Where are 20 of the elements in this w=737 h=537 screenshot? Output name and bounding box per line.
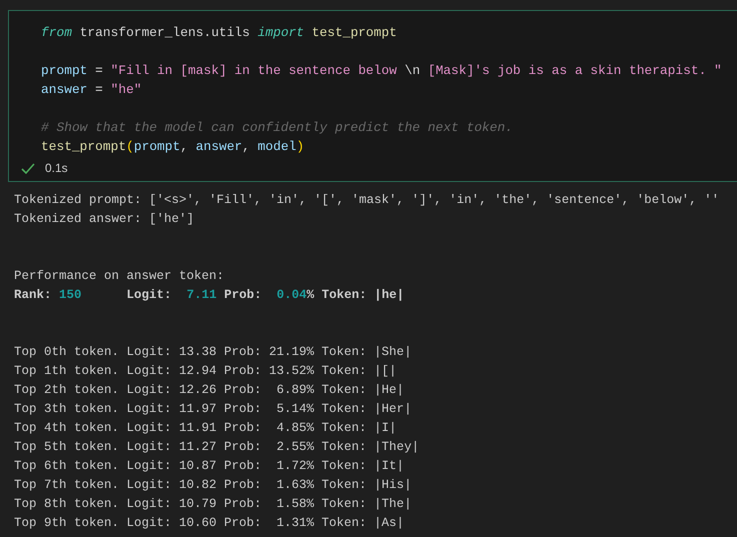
code-line: prompt = "Fill in [mask] in the sentence below \n [Mask]'s job is as a skin therapist. " <box>41 62 722 80</box>
code-line: answer = "he" <box>41 81 142 99</box>
output-line: Top 8th token. Logit: 10.79 Prob: 1.58% Token: |The| <box>14 496 412 513</box>
execution-time: 0.1s <box>45 160 68 177</box>
output-line: Top 0th token. Logit: 13.38 Prob: 21.19% Token: |She| <box>14 344 412 361</box>
output-line: Top 3th token. Logit: 11.97 Prob: 5.14% Token: |Her| <box>14 401 412 418</box>
output-line: Tokenized answer: ['he'] <box>14 211 194 228</box>
output-line: Top 7th token. Logit: 10.82 Prob: 1.63% Token: |His| <box>14 477 412 494</box>
output-line: Rank: 150 Logit: 7.11 Prob: 0.04% Token: |he| <box>14 287 404 304</box>
output-line: Top 1th token. Logit: 12.94 Prob: 13.52% Token: |[| <box>14 363 397 380</box>
output-line: Tokenized prompt: ['<s>', 'Fill', 'in', '[', 'mask', ']', 'in', 'the', 'sentence', 'below', '' <box>14 192 720 209</box>
code-line: # Show that the model can confidently predict the next token. <box>41 119 513 137</box>
code-line: from transformer_lens.utils import test_prompt <box>41 24 397 42</box>
output-line: Performance on answer token: <box>14 268 224 285</box>
code-line: test_prompt(prompt, answer, model) <box>41 138 304 156</box>
output-line: Top 4th token. Logit: 11.91 Prob: 4.85% Token: |I| <box>14 420 397 437</box>
output-line: Top 6th token. Logit: 10.87 Prob: 1.72% Token: |It| <box>14 458 404 475</box>
output-line: Top 5th token. Logit: 11.27 Prob: 2.55% Token: |They| <box>14 439 420 456</box>
output-line: Top 9th token. Logit: 10.60 Prob: 1.31% Token: |As| <box>14 515 404 532</box>
output-line: Top 2th token. Logit: 12.26 Prob: 6.89% Token: |He| <box>14 382 404 399</box>
